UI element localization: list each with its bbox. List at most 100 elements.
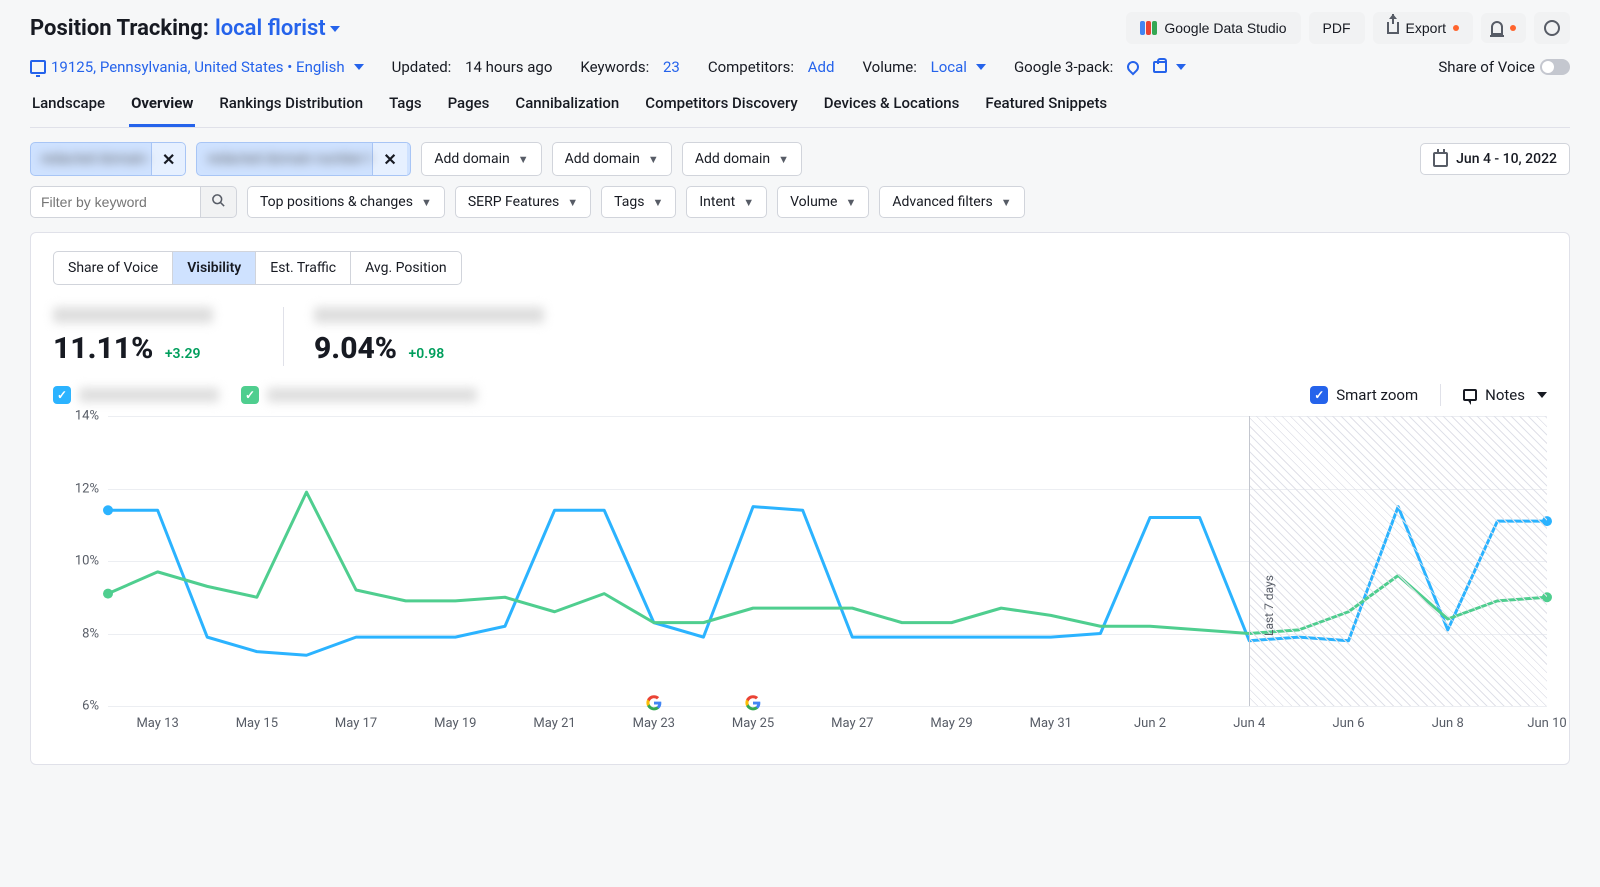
tab-cannibalization[interactable]: Cannibalization [513, 94, 621, 127]
x-tick: May 13 [136, 716, 178, 731]
context-row: 19125, Pennsylvania, United States • Eng… [30, 58, 1570, 76]
checkbox-icon: ✓ [1310, 386, 1328, 404]
tab-rankings-distribution[interactable]: Rankings Distribution [217, 94, 365, 127]
add-domain-1[interactable]: Add domain▼ [421, 142, 541, 176]
x-tick: May 23 [633, 716, 675, 731]
tab-devices-locations[interactable]: Devices & Locations [822, 94, 962, 127]
filter-top-positions-changes[interactable]: Top positions & changes▼ [247, 186, 445, 218]
x-tick: Jun 6 [1332, 716, 1364, 731]
search-button[interactable] [200, 186, 237, 218]
metric-value: 9.04% [314, 331, 397, 366]
metrics-row: 11.11% +3.29 9.04% +0.98 [53, 307, 1547, 366]
tab-competitors-discovery[interactable]: Competitors Discovery [643, 94, 799, 127]
chevron-down-icon [330, 26, 340, 32]
settings-button[interactable] [1534, 12, 1570, 44]
last-7-days-label: Last 7 days [1262, 575, 1276, 636]
x-tick: May 29 [930, 716, 972, 731]
bag-icon [1153, 61, 1167, 73]
gear-icon [1544, 20, 1560, 36]
keywords-info[interactable]: Keywords: 23 [580, 58, 679, 76]
page-title-domain[interactable]: local florist [215, 16, 340, 41]
bell-icon [1491, 21, 1503, 35]
filter-advanced-filters[interactable]: Advanced filters▼ [879, 186, 1024, 218]
legend-label-redacted [267, 388, 477, 402]
competitors-add[interactable]: Competitors: Add [708, 58, 835, 76]
date-range-picker[interactable]: Jun 4 - 10, 2022 [1420, 143, 1570, 175]
visibility-chart: 14%12%10%8%6% Last 7 days May 13May 15Ma… [53, 416, 1547, 746]
export-icon [1387, 22, 1399, 34]
legend-item-1[interactable]: ✓ [53, 386, 219, 404]
x-tick: May 27 [831, 716, 873, 731]
dot-indicator-icon [1453, 25, 1459, 31]
tab-landscape[interactable]: Landscape [30, 94, 107, 127]
pin-icon [1125, 59, 1142, 76]
chip-label: redacted domain number two longer [197, 151, 372, 167]
legend-label-redacted [79, 388, 219, 402]
y-tick: 10% [75, 554, 99, 569]
toggle-icon [1540, 59, 1570, 75]
add-domain-2[interactable]: Add domain▼ [552, 142, 672, 176]
pdf-button[interactable]: PDF [1309, 12, 1365, 44]
volume-selector[interactable]: Volume: Local [862, 58, 985, 76]
metric-value: 11.11% [53, 331, 153, 366]
chevron-down-icon [976, 64, 986, 70]
share-of-voice-toggle[interactable]: Share of Voice [1438, 58, 1570, 76]
metric-name-redacted [314, 307, 544, 323]
filter-tags[interactable]: Tags▼ [601, 186, 676, 218]
x-tick: May 21 [533, 716, 575, 731]
y-tick: 6% [82, 699, 99, 714]
search-icon [211, 193, 226, 208]
close-icon[interactable]: ✕ [151, 143, 185, 175]
notes-dropdown[interactable]: Notes [1463, 386, 1547, 404]
x-tick: May 17 [335, 716, 377, 731]
close-icon[interactable]: ✕ [372, 143, 406, 175]
export-button[interactable]: Export [1373, 12, 1473, 44]
x-tick: Jun 2 [1134, 716, 1166, 731]
x-tick: Jun 8 [1432, 716, 1464, 731]
metric-1: 11.11% +3.29 [53, 307, 243, 366]
monitor-icon [30, 60, 46, 74]
page-title-prefix: Position Tracking: [30, 16, 209, 41]
filter-keyword-input[interactable] [30, 186, 200, 218]
seg-tab-est-traffic[interactable]: Est. Traffic [256, 252, 351, 284]
seg-tab-avg-position[interactable]: Avg. Position [351, 252, 461, 284]
nav-tabs: Landscape Overview Rankings Distribution Ta… [30, 94, 1570, 128]
google-data-studio-button[interactable]: Google Data Studio [1126, 12, 1300, 44]
smart-zoom-toggle[interactable]: ✓ Smart zoom [1310, 386, 1418, 404]
metric-name-redacted [53, 307, 213, 323]
filter-intent[interactable]: Intent▼ [686, 186, 767, 218]
x-tick: Jun 4 [1233, 716, 1265, 731]
domain-chip-1[interactable]: redacted domain one ✕ [30, 142, 186, 176]
x-tick: May 31 [1030, 716, 1072, 731]
chevron-down-icon [1176, 64, 1186, 70]
checkbox-icon: ✓ [53, 386, 71, 404]
chevron-down-icon [354, 64, 364, 70]
google-update-icon [745, 695, 761, 711]
note-icon [1463, 389, 1477, 401]
filter-volume[interactable]: Volume▼ [777, 186, 869, 218]
tab-overview[interactable]: Overview [129, 94, 195, 127]
x-tick: Jun 10 [1527, 716, 1566, 731]
add-domain-3[interactable]: Add domain▼ [682, 142, 802, 176]
google-3pack-selector[interactable]: Google 3-pack: [1014, 58, 1186, 76]
x-tick: May 25 [732, 716, 774, 731]
metric-delta: +0.98 [409, 346, 445, 362]
filter-serp-features[interactable]: SERP Features▼ [455, 186, 591, 218]
metric-segmented-tabs: Share of VoiceVisibilityEst. TrafficAvg.… [53, 251, 462, 285]
metric-delta: +3.29 [165, 346, 201, 362]
metric-2: 9.04% +0.98 [283, 307, 574, 366]
legend-item-2[interactable]: ✓ [241, 386, 477, 404]
notifications-button[interactable] [1481, 13, 1526, 43]
seg-tab-visibility[interactable]: Visibility [173, 252, 256, 284]
domain-chip-2[interactable]: redacted domain number two longer ✕ [196, 142, 411, 176]
seg-tab-share-of-voice[interactable]: Share of Voice [54, 252, 173, 284]
checkbox-icon: ✓ [241, 386, 259, 404]
google-update-icon [646, 695, 662, 711]
calendar-icon [1433, 152, 1448, 167]
chip-label: redacted domain one [31, 151, 151, 167]
location-selector[interactable]: 19125, Pennsylvania, United States • Eng… [30, 58, 364, 76]
tab-pages[interactable]: Pages [446, 94, 492, 127]
tab-featured-snippets[interactable]: Featured Snippets [983, 94, 1109, 127]
dot-indicator-icon [1510, 25, 1516, 31]
tab-tags[interactable]: Tags [387, 94, 423, 127]
